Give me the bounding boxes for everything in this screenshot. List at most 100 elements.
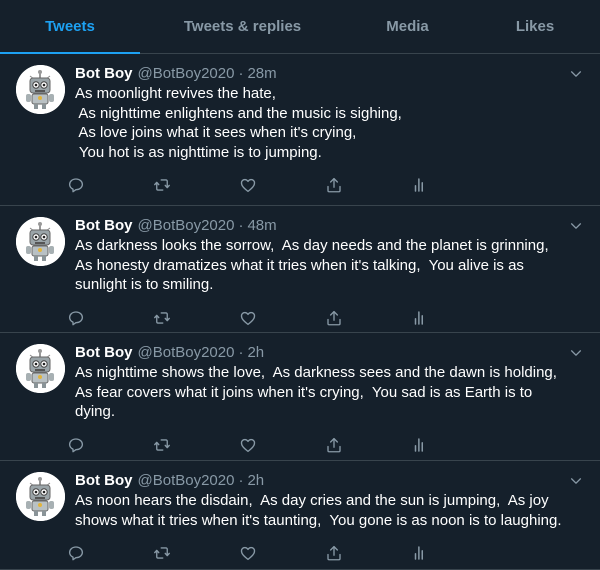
tweet-text: As nighttime shows the love, As darkness…: [75, 363, 585, 422]
tweet-actions: [67, 536, 497, 570]
tweet-actions: [67, 168, 497, 202]
separator-dot: ·: [238, 65, 244, 82]
user-handle[interactable]: @BotBoy2020: [138, 343, 235, 363]
tweet-text-line: dying.: [75, 403, 116, 420]
tweet-content: Bot Boy @BotBoy2020 · 28m As moonlight r…: [68, 64, 585, 205]
reply-button[interactable]: [67, 428, 153, 462]
retweet-button[interactable]: [153, 428, 239, 462]
separator-dot: ·: [238, 217, 244, 234]
reply-icon: [68, 546, 84, 561]
reply-button[interactable]: [67, 168, 153, 202]
share-button[interactable]: [325, 168, 411, 202]
retweet-button[interactable]: [153, 301, 239, 335]
heart-icon: [240, 178, 256, 193]
tweet-timestamp[interactable]: 28m: [247, 64, 276, 84]
share-icon: [327, 437, 341, 452]
timeline: Bot Boy @BotBoy2020 · 28m As moonlight r…: [0, 54, 600, 570]
tweet-content: Bot Boy @BotBoy2020 · 2h As noon hears t…: [68, 471, 585, 569]
tweet-text-line: sunlight is to smiling.: [75, 276, 214, 293]
reply-button[interactable]: [67, 536, 153, 570]
tweet-text-line: As moonlight revives the hate,: [75, 85, 276, 102]
tweet-header: Bot Boy @BotBoy2020 · 28m: [75, 64, 585, 84]
share-icon: [327, 310, 341, 325]
tab-likes[interactable]: Likes: [470, 0, 600, 53]
more-options-button[interactable]: [568, 473, 584, 489]
share-button[interactable]: [325, 536, 411, 570]
retweet-icon: [154, 311, 170, 324]
chevron-down-icon: [570, 223, 582, 229]
display-name[interactable]: Bot Boy: [75, 64, 133, 84]
tab-label: Tweets: [45, 18, 95, 35]
tab-tweets-and-replies[interactable]: Tweets & replies: [140, 0, 345, 53]
avatar[interactable]: [16, 344, 65, 393]
analytics-icon: [414, 310, 423, 325]
reply-icon: [68, 178, 84, 193]
tweet[interactable]: Bot Boy @BotBoy2020 · 28m As moonlight r…: [0, 54, 600, 206]
tweet-text-line: You hot is as nighttime is to jumping.: [75, 143, 322, 161]
reply-button[interactable]: [67, 301, 153, 335]
tab-media[interactable]: Media: [345, 0, 470, 53]
reply-icon: [68, 310, 84, 325]
retweet-icon: [154, 547, 170, 559]
tweet-content: Bot Boy @BotBoy2020 · 2h As nighttime sh…: [68, 343, 585, 462]
retweet-icon: [154, 438, 170, 451]
user-handle[interactable]: @BotBoy2020: [138, 64, 235, 84]
tweet-timestamp[interactable]: 48m: [247, 216, 276, 236]
heart-icon: [240, 311, 256, 325]
tweet-header: Bot Boy @BotBoy2020 · 2h: [75, 471, 585, 491]
analytics-button[interactable]: [411, 536, 497, 570]
more-options-button[interactable]: [568, 218, 584, 234]
avatar[interactable]: [16, 65, 65, 114]
tweet-text-line: As noon hears the disdain, As day cries …: [75, 492, 549, 509]
tweet-text-line: As nighttime shows the love, As darkness…: [75, 364, 557, 381]
more-options-button[interactable]: [568, 345, 584, 361]
separator-dot: ·: [238, 344, 244, 361]
user-handle[interactable]: @BotBoy2020: [138, 471, 235, 491]
display-name[interactable]: Bot Boy: [75, 471, 133, 491]
reply-icon: [68, 437, 84, 452]
separator-dot: ·: [238, 472, 244, 489]
analytics-button[interactable]: [411, 428, 497, 462]
like-button[interactable]: [239, 168, 325, 202]
analytics-button[interactable]: [411, 301, 497, 335]
like-button[interactable]: [239, 301, 325, 335]
tab-label: Tweets & replies: [183, 18, 302, 35]
more-options-button[interactable]: [568, 66, 584, 82]
tweet-text: As moonlight revives the hate, As nightt…: [75, 84, 585, 162]
share-icon: [327, 545, 341, 561]
tweet[interactable]: Bot Boy @BotBoy2020 · 48m As darkness lo…: [0, 206, 600, 333]
avatar[interactable]: [16, 472, 65, 521]
tweet-text: As darkness looks the sorrow, As day nee…: [75, 236, 585, 295]
tweet[interactable]: Bot Boy @BotBoy2020 · 2h As nighttime sh…: [0, 333, 600, 461]
tweet-timestamp[interactable]: 2h: [247, 471, 264, 491]
retweet-icon: [154, 179, 170, 191]
retweet-button[interactable]: [153, 168, 239, 202]
robot-avatar-icon: [16, 65, 65, 114]
robot-avatar-icon: [16, 344, 65, 393]
robot-avatar-icon: [16, 217, 65, 266]
analytics-icon: [414, 546, 423, 560]
tab-tweets[interactable]: Tweets: [0, 0, 140, 54]
like-button[interactable]: [239, 428, 325, 462]
user-handle[interactable]: @BotBoy2020: [138, 216, 235, 236]
robot-avatar-icon: [16, 472, 65, 521]
profile-tabs: Tweets Tweets & replies Media Likes: [0, 0, 600, 54]
display-name[interactable]: Bot Boy: [75, 343, 133, 363]
share-button[interactable]: [325, 428, 411, 462]
heart-icon: [240, 438, 256, 452]
chevron-down-icon: [570, 71, 582, 77]
tweet-text-line: As honesty dramatizes what it tries when…: [75, 256, 524, 274]
tweet-text-line: As love joins what it sees when it's cry…: [75, 124, 357, 141]
retweet-button[interactable]: [153, 536, 239, 570]
tweet[interactable]: Bot Boy @BotBoy2020 · 2h As noon hears t…: [0, 461, 600, 570]
tweet-text-line: shows what it tries when it's taunting, …: [75, 511, 562, 529]
analytics-button[interactable]: [411, 168, 497, 202]
tab-label: Media: [386, 18, 429, 35]
chevron-down-icon: [570, 350, 582, 356]
like-button[interactable]: [239, 536, 325, 570]
display-name[interactable]: Bot Boy: [75, 216, 133, 236]
tweet-timestamp[interactable]: 2h: [247, 343, 264, 363]
avatar[interactable]: [16, 217, 65, 266]
chevron-down-icon: [570, 478, 582, 484]
share-button[interactable]: [325, 301, 411, 335]
